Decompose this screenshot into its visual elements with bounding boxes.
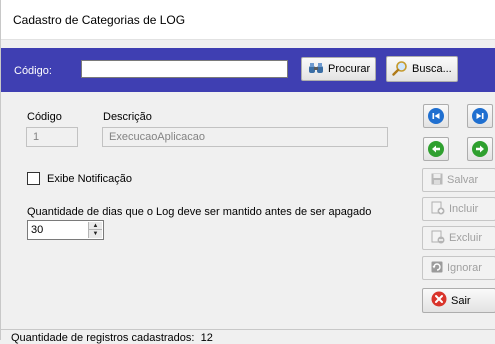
salvar-label: Salvar <box>447 174 479 186</box>
incluir-label: Incluir <box>449 203 479 215</box>
codigo-label: Código <box>27 111 62 123</box>
excluir-button[interactable]: Excluir <box>422 226 495 250</box>
ignorar-button[interactable]: Ignorar <box>422 256 495 280</box>
record-count-label: Quantidade de registros cadastrados: <box>11 332 195 344</box>
codigo-field[interactable]: 1 <box>26 127 78 147</box>
next-record-icon <box>472 141 488 157</box>
excluir-label: Excluir <box>449 232 483 244</box>
busca-label: Busca... <box>412 63 452 75</box>
floppy-disk-icon <box>431 173 443 188</box>
next-record-button[interactable] <box>467 137 493 161</box>
previous-record-icon <box>428 141 444 157</box>
chevron-up-icon[interactable]: ▲ <box>89 222 102 230</box>
title-bar: Cadastro de Categorias de LOG <box>1 0 495 40</box>
add-document-icon <box>431 201 445 218</box>
dias-stepper[interactable]: 30 ▲ ▼ <box>27 220 104 240</box>
descricao-field[interactable]: ExecucaoAplicacao <box>102 127 388 147</box>
search-code-label: Código: <box>14 65 52 77</box>
binoculars-icon <box>308 62 324 77</box>
first-record-button[interactable] <box>423 104 449 128</box>
descricao-label: Descrição <box>103 111 152 123</box>
sair-button[interactable]: Sair <box>422 288 495 313</box>
ignorar-label: Ignorar <box>447 262 482 274</box>
category-log-window: Cadastro de Categorias de LOG Código: Pr… <box>0 0 495 344</box>
salvar-button[interactable]: Salvar <box>422 168 495 192</box>
first-record-icon <box>428 108 444 124</box>
chevron-down-icon[interactable]: ▼ <box>89 230 102 238</box>
magnifier-icon <box>392 60 408 79</box>
window-title: Cadastro de Categorias de LOG <box>13 13 186 27</box>
incluir-button[interactable]: Incluir <box>422 197 495 221</box>
last-record-icon <box>472 108 488 124</box>
procurar-button[interactable]: Procurar <box>301 57 376 81</box>
exibe-notificacao-label: Exibe Notificação <box>47 173 132 185</box>
procurar-label: Procurar <box>328 63 371 75</box>
close-circle-icon <box>431 291 447 310</box>
last-record-button[interactable] <box>467 104 493 128</box>
record-count-value: 12 <box>200 332 213 344</box>
exibe-notificacao-checkbox[interactable] <box>27 172 40 185</box>
previous-record-button[interactable] <box>423 137 449 161</box>
delete-document-icon <box>431 230 445 247</box>
sair-label: Sair <box>451 294 471 307</box>
search-code-input[interactable] <box>81 60 288 78</box>
status-bar: Quantidade de registros cadastrados: 12 <box>1 329 495 344</box>
busca-button[interactable]: Busca... <box>386 56 458 82</box>
record-count-text: Quantidade de registros cadastrados: 12 <box>11 332 213 344</box>
stepper-arrows[interactable]: ▲ ▼ <box>88 222 102 238</box>
dias-value: 30 <box>31 224 44 236</box>
search-bar: Código: Procurar Busca... <box>1 48 495 92</box>
undo-icon <box>431 261 443 276</box>
dias-label: Quantidade de dias que o Log deve ser ma… <box>27 206 372 218</box>
